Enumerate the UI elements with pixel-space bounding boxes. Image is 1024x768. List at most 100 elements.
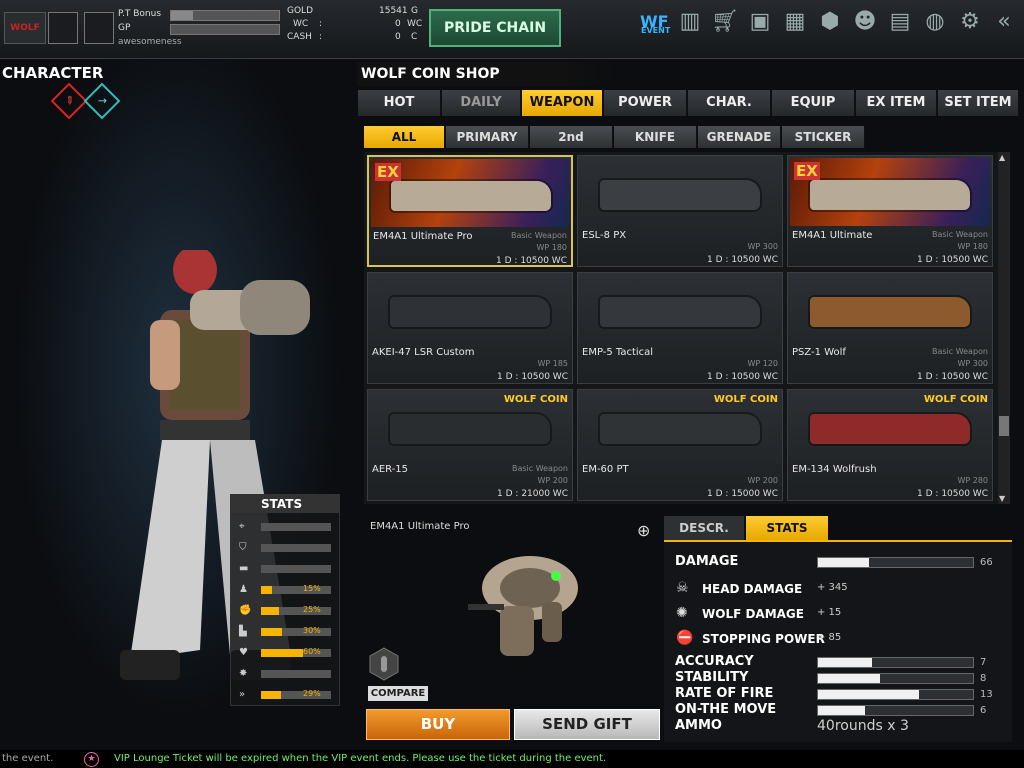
item-card[interactable]: ESL-8 PX WP 300 1 D : 10500 WC [577, 155, 783, 267]
item-card[interactable]: AKEI-47 LSR Custom WP 185 1 D : 10500 WC [367, 272, 573, 384]
scroll-down-icon[interactable]: ▼ [999, 494, 1005, 503]
ranking-icon[interactable]: ▥ [676, 8, 704, 36]
item-grid-scrollbar[interactable]: ▲ ▼ [998, 152, 1010, 504]
subtab-grenade[interactable]: GRENADE [698, 126, 781, 148]
stat-value: 6 [980, 705, 987, 716]
tab-set-item[interactable]: SET ITEM [938, 90, 1019, 116]
item-card[interactable]: EX EM4A1 Ultimate Pro Basic Weapon WP 180 1 … [367, 155, 573, 267]
item-card[interactable]: WOLF COIN EM-60 PT WP 200 1 D : 15000 WC [577, 389, 783, 501]
stat-bar-fill [818, 658, 873, 667]
tab-power[interactable]: POWER [604, 90, 687, 116]
currency-gold: GOLD 15541 G [287, 6, 423, 19]
stat-bar-fill [818, 690, 919, 699]
scroll-up-icon[interactable]: ▲ [999, 153, 1005, 162]
item-name: ESL-8 PX [582, 230, 627, 241]
item-price: 1 D : 10500 WC [917, 255, 988, 265]
stats-icon[interactable]: ▤ [886, 8, 914, 36]
clan-badge [84, 12, 114, 44]
tab-char[interactable]: CHAR. [688, 90, 771, 116]
subtab-all[interactable]: ALL [364, 126, 445, 148]
item-card[interactable]: WOLF COIN EM-134 Wolfrush WP 280 1 D : 1050… [787, 389, 993, 501]
subtab-2nd[interactable]: 2nd [530, 126, 613, 148]
item-image: WOLF COIN [370, 392, 570, 460]
currency-label: CASH [287, 32, 312, 42]
weapon-icon [390, 297, 550, 327]
cart-icon[interactable]: 🛒︎ [711, 8, 739, 36]
stat-row: ⛉ [239, 542, 334, 554]
zoom-icon[interactable]: ⊕ [637, 521, 655, 540]
item-card[interactable]: WOLF COIN AER-15 Basic Weapon WP 200 1 D : 2… [367, 389, 573, 501]
weapon-stats-panel: DAMAGE 66 ☠ HEAD DAMAGE + 345 ✺ WOLF DAMAGE +… [664, 540, 1012, 742]
stat-bar-fill [261, 649, 303, 657]
subtab-primary[interactable]: PRIMARY [446, 126, 529, 148]
wolf-icon: ✺ [676, 605, 688, 621]
subtab-knife[interactable]: KNIFE [614, 126, 697, 148]
tab-stats[interactable]: STATS [746, 516, 828, 540]
tab-descr[interactable]: DESCR. [664, 516, 744, 540]
stat-value: 29% [303, 689, 321, 698]
item-name: EMP-5 Tactical [582, 347, 654, 358]
damage-label: DAMAGE [675, 554, 739, 569]
shield-icon: ⛉ [239, 542, 247, 553]
stat-bar [817, 705, 974, 716]
stat-label: STABILITY [675, 670, 749, 685]
globe-icon[interactable]: ◍ [921, 8, 949, 36]
damage-value: 66 [980, 557, 993, 568]
stat-row: ✊ 25% [239, 605, 334, 617]
ex-badge: EX [794, 162, 820, 180]
rank-badge [48, 12, 78, 44]
fist-icon: ✊ [239, 605, 252, 616]
item-wp: WP 300 [747, 242, 778, 251]
stop-icon: ⛔ [676, 630, 694, 646]
stat-value: 30% [303, 626, 321, 635]
item-name: EM4A1 Ultimate [792, 230, 873, 241]
item-card[interactable]: EX EM4A1 Ultimate Basic Weapon WP 180 1 D : … [787, 155, 993, 267]
friends-icon[interactable]: ☻ [851, 8, 879, 36]
notice-ticker: the event. ★ VIP Lounge Ticket will be e… [0, 750, 1024, 768]
gear-icon[interactable]: ⚙ [956, 8, 984, 36]
tab-hot[interactable]: HOT [358, 90, 441, 116]
subtab-sticker[interactable]: STICKER [782, 126, 865, 148]
item-name: EM-134 Wolfrush [792, 464, 877, 475]
send-gift-button[interactable]: SEND GIFT [514, 709, 660, 740]
rarity-hex-icon [369, 647, 399, 681]
gp-bar [170, 24, 280, 35]
stat-label: ON-THE MOVE [675, 702, 777, 717]
compare-button[interactable]: COMPARE [368, 686, 428, 701]
currency-cash: CASH : 0 C [287, 32, 423, 45]
item-image [580, 158, 780, 226]
stat-bar-fill [261, 607, 279, 615]
currency-value: 15541 [379, 6, 408, 16]
stat-bar [261, 670, 331, 678]
item-card[interactable]: PSZ-1 Wolf Basic Weapon WP 300 1 D : 10500 … [787, 272, 993, 384]
stat-bar [817, 689, 974, 700]
scroll-thumb[interactable] [999, 416, 1009, 436]
box-icon[interactable]: ⬢ [816, 8, 844, 36]
wolf-logo: WOLF [4, 12, 46, 44]
back-icon[interactable]: « [990, 8, 1018, 36]
weapon-icon [600, 180, 760, 210]
item-wp: WP 300 [957, 359, 988, 368]
heart-icon: ♥ [239, 647, 248, 658]
tab-ex-item[interactable]: EX ITEM [856, 90, 937, 116]
tab-daily[interactable]: DAILY [442, 90, 521, 116]
pt-bonus-bar [170, 10, 280, 21]
pride-chain-button[interactable]: PRIDE CHAIN [429, 9, 561, 47]
item-name: EM4A1 Ultimate Pro [373, 231, 473, 242]
stat-row: ✸ [239, 668, 334, 680]
stat-value: 15% [303, 584, 321, 593]
tab-equip[interactable]: EQUIP [772, 90, 855, 116]
item-card[interactable]: EMP-5 Tactical WP 120 1 D : 10500 WC [577, 272, 783, 384]
inventory-icon[interactable]: ▦ [781, 8, 809, 36]
runner-icon: ♟ [239, 584, 248, 595]
wolf-coin-badge: WOLF COIN [503, 394, 568, 405]
buy-button[interactable]: BUY [366, 709, 510, 740]
weapon-icon [390, 414, 550, 444]
sub-stat-label: WOLF DAMAGE [702, 607, 804, 621]
toolbox-icon[interactable]: ▣ [746, 8, 774, 36]
character-stats-panel: STATS ⌖ ⛉ ▬ ♟ 15% ✊ 25% ▙ 30% ♥ 60% ✸ » 29% [230, 494, 340, 706]
ticker-prev-text: the event. [2, 753, 54, 764]
tab-weapon[interactable]: WEAPON [522, 90, 603, 116]
item-image: WOLF COIN [580, 392, 780, 460]
burst-icon: ✸ [239, 668, 248, 679]
